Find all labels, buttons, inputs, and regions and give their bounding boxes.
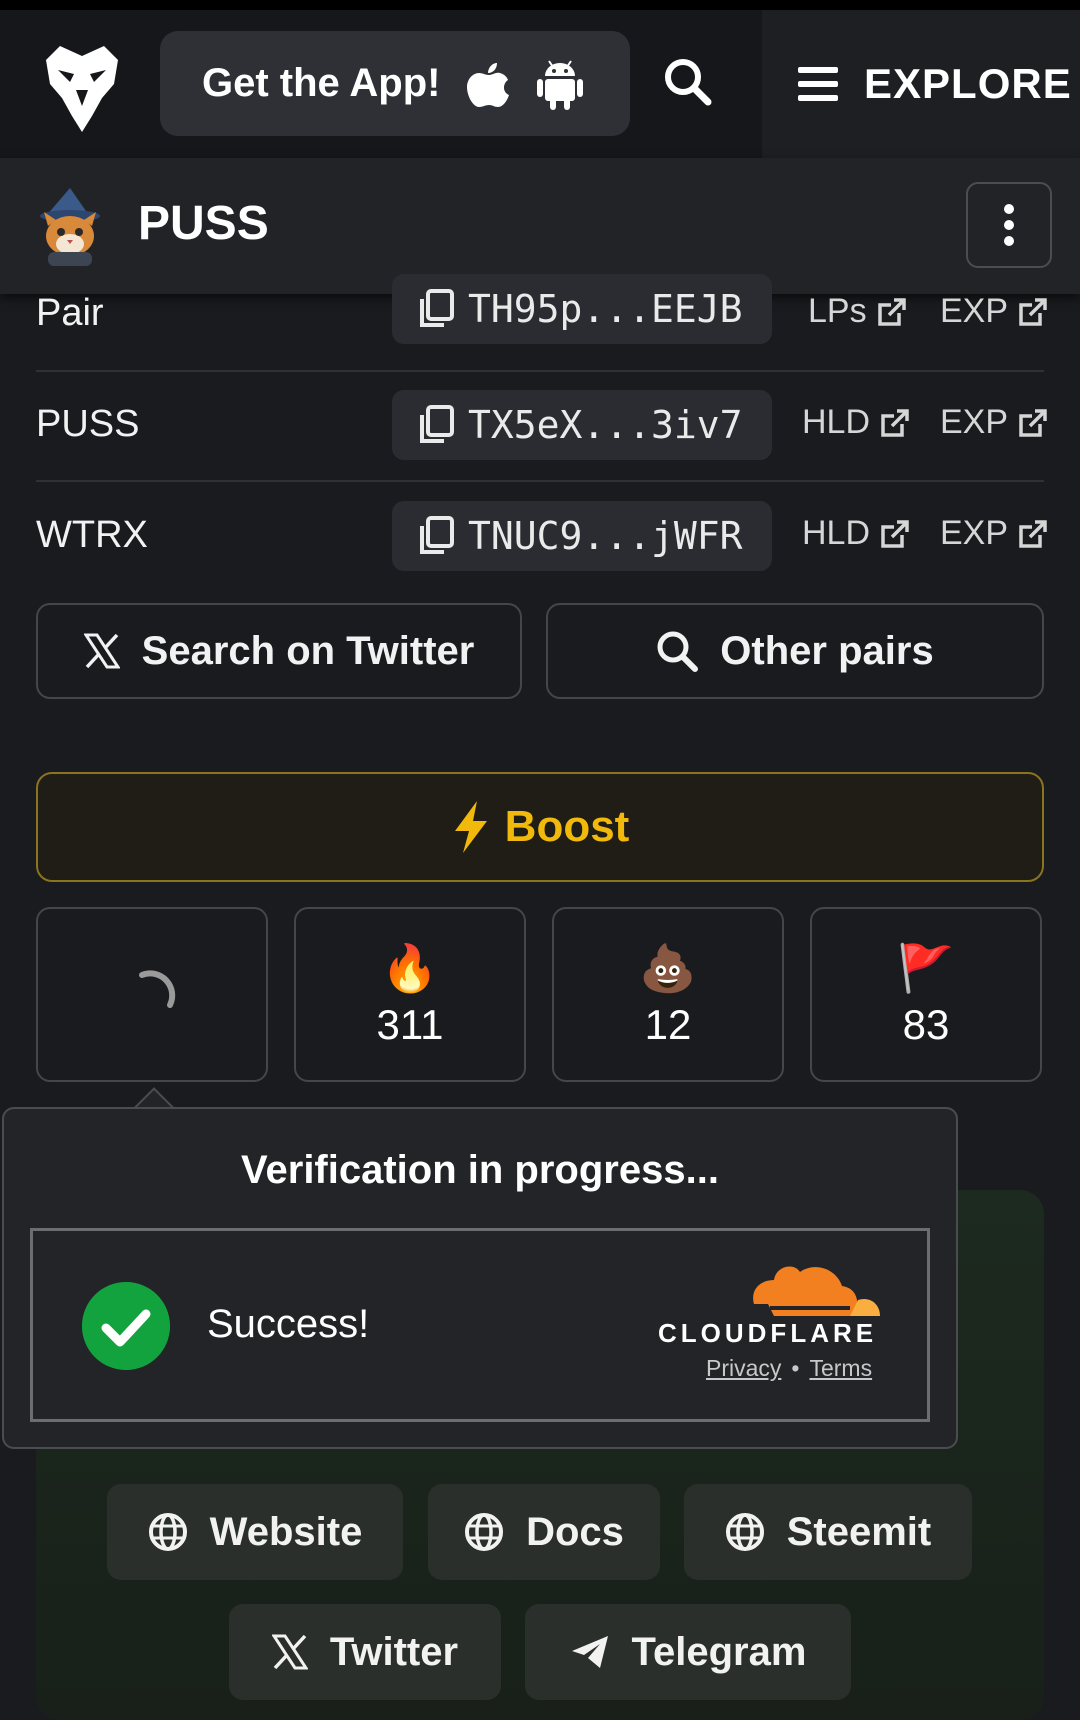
explorer-link[interactable]: EXP [940, 292, 1048, 331]
other-pairs-label: Other pairs [720, 628, 934, 673]
x-icon [83, 633, 120, 669]
boost-button[interactable]: Boost [36, 772, 1044, 882]
apple-icon [466, 62, 509, 107]
token-name: PUSS [138, 197, 269, 250]
get-app-label: Get the App! [202, 61, 441, 105]
flag-count: 83 [902, 1000, 950, 1048]
external-link-icon [881, 519, 909, 548]
more-options-button[interactable] [966, 182, 1052, 268]
copy-icon [420, 405, 454, 443]
rocket-reaction-tile[interactable] [36, 907, 268, 1082]
verification-title: Verification in progress... [241, 1148, 719, 1192]
explorer-link[interactable]: EXP [940, 514, 1048, 553]
eagle-logo[interactable] [40, 40, 124, 136]
address-row-label: PUSS [36, 403, 140, 445]
website-link-button[interactable]: Website [107, 1484, 403, 1580]
hamburger-icon [798, 67, 838, 101]
external-link-icon [1019, 519, 1047, 548]
search-twitter-button[interactable]: Search on Twitter [36, 603, 522, 699]
lps-link-label: LPs [808, 292, 867, 330]
android-icon [536, 59, 583, 110]
kebab-dot [1004, 204, 1014, 214]
external-link-icon [1019, 408, 1047, 437]
address-text: TX5eX...3iv7 [468, 403, 743, 447]
search-icon[interactable] [662, 56, 712, 106]
poop-reaction-tile[interactable]: 💩 12 [552, 907, 784, 1082]
telegram-label: Telegram [631, 1629, 807, 1674]
copy-icon [420, 289, 454, 327]
address-row-wtrx: WTRX TNUC9...jWFR HLD EXP [36, 501, 1047, 611]
globe-icon [465, 1513, 504, 1551]
copy-address-button[interactable]: TH95p...EEJB [392, 274, 772, 344]
search-twitter-label: Search on Twitter [141, 628, 475, 673]
row-divider [36, 370, 1044, 372]
address-row-label: Pair [36, 292, 104, 334]
red-flag-icon: 🚩 [897, 941, 955, 994]
explorer-link[interactable]: EXP [940, 403, 1048, 442]
external-link-icon [881, 408, 909, 437]
terms-link[interactable]: Terms [809, 1355, 872, 1382]
address-text: TH95p...EEJB [468, 287, 743, 331]
hld-link-label: HLD [802, 403, 871, 441]
links-separator: • [791, 1355, 800, 1381]
address-text: TNUC9...jWFR [468, 514, 743, 558]
holders-link[interactable]: HLD [802, 514, 910, 553]
token-avatar [40, 188, 100, 266]
cloudflare-wordmark: CLOUDFLARE [658, 1318, 878, 1348]
poop-count: 12 [644, 1000, 692, 1048]
kebab-dot [1004, 236, 1014, 246]
address-row-label: WTRX [36, 514, 148, 556]
docs-label: Docs [526, 1509, 624, 1554]
copy-address-button[interactable]: TX5eX...3iv7 [392, 390, 772, 460]
globe-icon [148, 1513, 187, 1551]
docs-link-button[interactable]: Docs [428, 1484, 660, 1580]
kebab-dot [1004, 220, 1014, 230]
exp-link-label: EXP [940, 514, 1009, 552]
privacy-link[interactable]: Privacy [706, 1355, 781, 1382]
explore-label: EXPLORE [864, 60, 1072, 107]
external-link-icon [877, 297, 906, 326]
loading-spinner-icon [139, 969, 176, 1008]
cloudflare-logo-icon [753, 1266, 880, 1316]
holders-link[interactable]: HLD [802, 403, 910, 442]
get-app-button[interactable]: Get the App! [160, 31, 630, 136]
copy-icon [420, 516, 454, 554]
status-strip [0, 0, 1080, 10]
other-pairs-button[interactable]: Other pairs [546, 603, 1044, 699]
twitter-link-button[interactable]: Twitter [229, 1604, 501, 1700]
address-row-puss: PUSS TX5eX...3iv7 HLD EXP [36, 390, 1047, 500]
boost-label: Boost [504, 802, 630, 851]
verification-status: Success! [207, 1302, 370, 1346]
poop-icon: 💩 [639, 941, 697, 994]
copy-address-button[interactable]: TNUC9...jWFR [392, 501, 772, 571]
hld-link-label: HLD [802, 514, 871, 552]
lps-link[interactable]: LPs [808, 292, 907, 331]
telegram-link-button[interactable]: Telegram [525, 1604, 851, 1700]
fire-icon: 🔥 [381, 941, 439, 994]
search-icon [657, 631, 699, 672]
explore-menu-button[interactable]: EXPLORE [762, 10, 1080, 158]
steemit-link-button[interactable]: Steemit [684, 1484, 972, 1580]
fire-reaction-tile[interactable]: 🔥 311 [294, 907, 526, 1082]
lightning-icon [454, 801, 487, 853]
cloudflare-links: Privacy • Terms [706, 1355, 872, 1382]
globe-icon [725, 1513, 764, 1551]
row-divider [36, 480, 1044, 482]
website-label: Website [209, 1509, 363, 1554]
exp-link-label: EXP [940, 403, 1009, 441]
fire-count: 311 [376, 1000, 444, 1048]
success-check-icon [82, 1282, 170, 1370]
external-link-icon [1019, 297, 1047, 326]
x-icon [271, 1634, 308, 1670]
twitter-label: Twitter [329, 1629, 459, 1674]
exp-link-label: EXP [940, 292, 1009, 330]
telegram-icon [571, 1636, 608, 1668]
steemit-label: Steemit [786, 1509, 932, 1554]
flag-reaction-tile[interactable]: 🚩 83 [810, 907, 1042, 1082]
